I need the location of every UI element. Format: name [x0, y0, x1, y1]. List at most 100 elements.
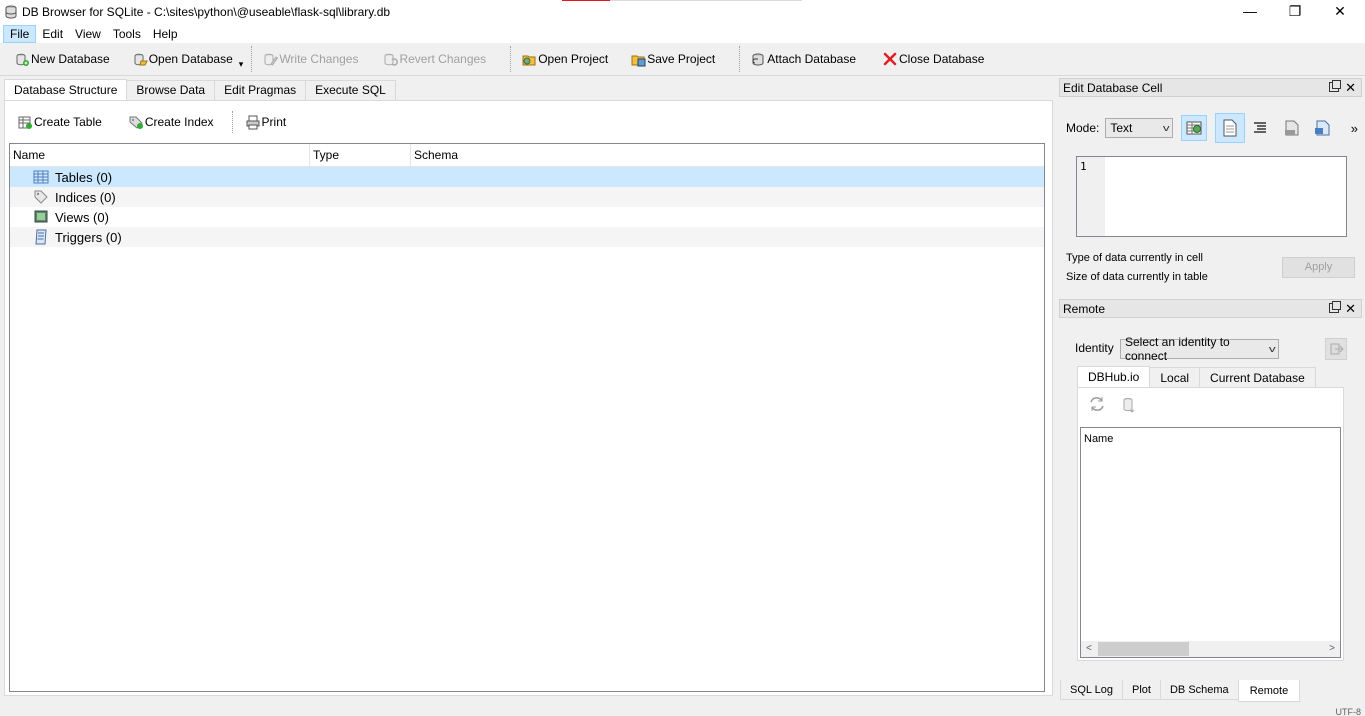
- close-database-icon: [883, 52, 897, 66]
- new-database-label: New Database: [31, 52, 110, 66]
- close-window-button[interactable]: ✕: [1317, 0, 1363, 22]
- export-file-button[interactable]: [1309, 115, 1335, 141]
- tree-item-label: Tables (0): [55, 169, 113, 185]
- column-header-type[interactable]: Type: [310, 144, 411, 166]
- tree-item-tables[interactable]: Tables (0): [10, 167, 1044, 187]
- schema-tree[interactable]: Name Type Schema Tables (0) Indices (0) …: [9, 143, 1045, 692]
- save-project-label: Save Project: [647, 52, 716, 66]
- menu-edit[interactable]: Edit: [36, 25, 69, 43]
- remote-title: Remote: [1063, 302, 1106, 316]
- menu-help[interactable]: Help: [147, 25, 184, 43]
- remote-horizontal-scrollbar[interactable]: < >: [1081, 641, 1340, 657]
- minimize-button[interactable]: —: [1227, 0, 1273, 22]
- import-file-button[interactable]: [1279, 115, 1305, 141]
- tab-plot[interactable]: Plot: [1122, 680, 1161, 700]
- remote-connect-button[interactable]: [1325, 338, 1347, 360]
- remote-dock-title: Remote ✕: [1059, 299, 1362, 318]
- tab-local[interactable]: Local: [1149, 367, 1201, 387]
- connect-arrow-icon: [1330, 343, 1344, 355]
- create-index-label: Create Index: [144, 115, 214, 129]
- tab-db-schema[interactable]: DB Schema: [1159, 680, 1239, 700]
- scrollbar-thumb[interactable]: [1098, 642, 1189, 656]
- create-index-icon: [129, 116, 143, 129]
- close-dock-icon[interactable]: ✕: [1345, 79, 1356, 97]
- printer-icon: [246, 115, 260, 130]
- open-database-button[interactable]: Open Database: [128, 47, 237, 71]
- write-changes-icon: [264, 53, 279, 66]
- scroll-left-icon[interactable]: <: [1081, 641, 1097, 657]
- tab-browse-data[interactable]: Browse Data: [126, 80, 216, 100]
- save-project-button[interactable]: Save Project: [626, 47, 719, 71]
- tree-item-label: Triggers (0): [55, 229, 122, 245]
- undock-icon[interactable]: [1329, 301, 1341, 313]
- mode-value: Text: [1110, 121, 1133, 135]
- auto-format-button[interactable]: [1247, 115, 1273, 141]
- column-header-name[interactable]: Name: [10, 144, 310, 166]
- scroll-right-icon[interactable]: >: [1324, 641, 1340, 657]
- tree-item-views[interactable]: Views (0): [10, 207, 1044, 227]
- tree-item-indices[interactable]: Indices (0): [10, 187, 1044, 207]
- tab-edit-pragmas[interactable]: Edit Pragmas: [214, 80, 307, 100]
- open-project-button[interactable]: Open Project: [517, 47, 612, 71]
- index-icon: [34, 190, 48, 204]
- close-database-label: Close Database: [899, 52, 985, 66]
- cell-editor[interactable]: 1: [1076, 156, 1347, 237]
- column-header-schema[interactable]: Schema: [411, 144, 1044, 166]
- menu-view[interactable]: View: [69, 25, 107, 43]
- edit-cell-title: Edit Database Cell: [1063, 81, 1163, 95]
- restore-button[interactable]: ❐: [1272, 0, 1318, 22]
- close-dock-icon[interactable]: ✕: [1345, 300, 1356, 318]
- database-structure-pane: Create Table Create Index Print Name Typ…: [4, 100, 1053, 696]
- open-database-dropdown-icon[interactable]: ▾: [237, 52, 246, 76]
- mode-label: Mode:: [1066, 121, 1100, 135]
- apply-button[interactable]: Apply: [1282, 257, 1355, 278]
- attach-database-button[interactable]: Attach Database: [746, 47, 860, 71]
- create-table-button[interactable]: Create Table: [11, 110, 108, 134]
- tree-item-triggers[interactable]: Triggers (0): [10, 227, 1044, 247]
- auto-switch-mode-button[interactable]: [1181, 115, 1208, 141]
- clone-database-icon[interactable]: [1120, 396, 1138, 414]
- tab-current-database[interactable]: Current Database: [1199, 367, 1316, 387]
- tab-execute-sql[interactable]: Execute SQL: [305, 80, 396, 100]
- remote-list-header: Name: [1084, 433, 1114, 445]
- menu-file[interactable]: File: [3, 24, 37, 43]
- indent-icon: [1254, 122, 1267, 133]
- undock-icon[interactable]: [1329, 80, 1341, 92]
- tab-remote[interactable]: Remote: [1237, 680, 1301, 702]
- more-options-button[interactable]: »: [1341, 115, 1365, 141]
- save-project-icon: [631, 55, 646, 67]
- close-database-button[interactable]: Close Database: [878, 47, 988, 71]
- tab-dbhub[interactable]: DBHub.io: [1077, 366, 1151, 388]
- auto-switch-icon: [1186, 121, 1202, 135]
- tab-sql-log[interactable]: SQL Log: [1060, 680, 1124, 700]
- word-wrap-button[interactable]: [1215, 113, 1246, 143]
- trigger-icon: [35, 229, 47, 245]
- identity-select[interactable]: Select an identity to connect v: [1120, 335, 1279, 363]
- open-project-icon: [522, 55, 536, 66]
- main-toolbar: New Database Open Database ▾ Write Chang…: [0, 43, 1365, 76]
- open-database-label: Open Database: [148, 52, 233, 66]
- dock-tab-bar: SQL Log Plot DB Schema Remote: [1060, 680, 1301, 702]
- new-database-button[interactable]: New Database: [10, 47, 114, 71]
- write-changes-label: Write Changes: [279, 52, 359, 66]
- write-changes-button[interactable]: Write Changes: [258, 47, 362, 71]
- remote-file-list[interactable]: Name: [1080, 427, 1341, 658]
- create-index-button[interactable]: Create Index: [122, 110, 220, 134]
- mode-select[interactable]: Text v: [1105, 118, 1174, 138]
- app-database-icon: [5, 5, 17, 19]
- attach-database-icon: [752, 53, 764, 66]
- structure-toolbar: Create Table Create Index Print: [11, 111, 292, 133]
- create-table-icon: [18, 116, 32, 129]
- title-bar: DB Browser for SQLite - C:\sites\python\…: [0, 0, 1365, 24]
- refresh-icon[interactable]: [1088, 395, 1106, 413]
- open-database-icon: [134, 53, 148, 66]
- edit-cell-dock-title: Edit Database Cell ✕: [1059, 78, 1362, 97]
- view-icon: [34, 210, 48, 223]
- menu-tools[interactable]: Tools: [107, 25, 147, 43]
- revert-changes-icon: [384, 53, 399, 66]
- import-icon: [1285, 120, 1299, 136]
- revert-changes-button[interactable]: Revert Changes: [378, 47, 490, 71]
- print-button[interactable]: Print: [239, 110, 293, 134]
- menu-bar: File Edit View Tools Help: [0, 24, 1365, 43]
- tab-database-structure[interactable]: Database Structure: [4, 79, 128, 100]
